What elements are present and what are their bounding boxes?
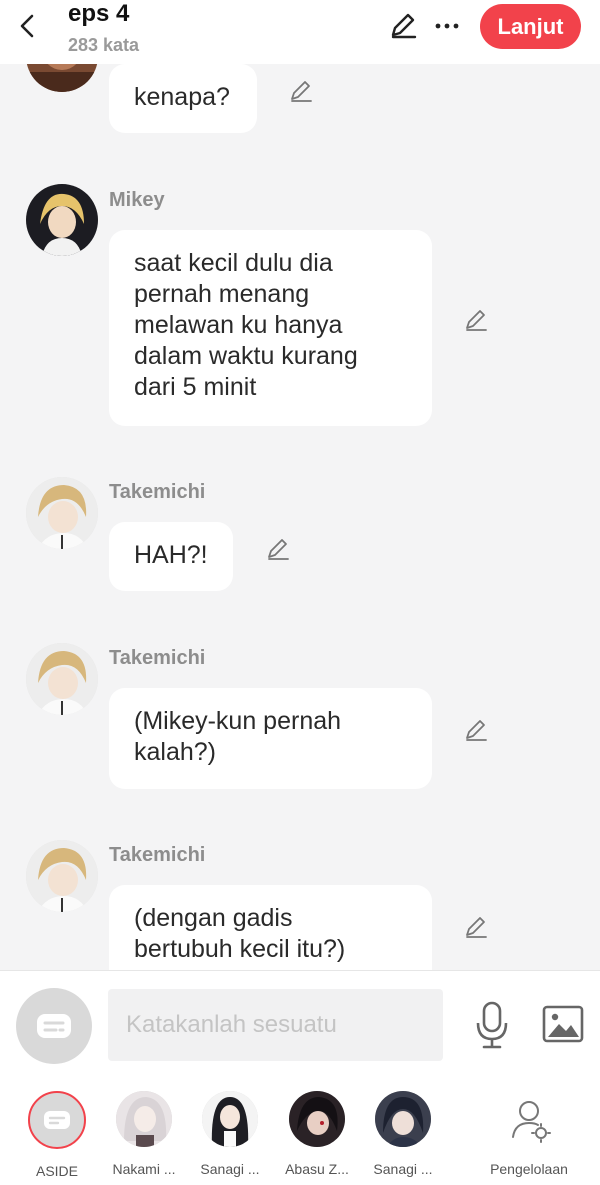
edit-message-icon[interactable] bbox=[463, 717, 489, 743]
character-item[interactable]: Sanagi ... bbox=[363, 1091, 443, 1177]
image-button[interactable] bbox=[542, 1005, 584, 1043]
edit-message-icon[interactable] bbox=[463, 307, 489, 333]
character-label: Nakami ... bbox=[112, 1161, 176, 1177]
word-count: 283 kata bbox=[68, 35, 140, 55]
back-button[interactable] bbox=[14, 10, 42, 40]
aside-toggle-button[interactable] bbox=[16, 988, 92, 1064]
edit-message-icon[interactable] bbox=[288, 78, 314, 104]
avatar bbox=[375, 1091, 431, 1147]
message-input[interactable] bbox=[108, 989, 443, 1061]
character-label: Sanagi ... bbox=[373, 1161, 433, 1177]
avatar-takemichi[interactable] bbox=[26, 840, 98, 912]
character-bar: ASIDE Nakami ... Sanagi ... Abasu Z... S… bbox=[0, 1079, 600, 1185]
avatar-takemichi[interactable] bbox=[26, 643, 98, 715]
speaker-name: Takemichi bbox=[109, 647, 206, 669]
speaker-name: Takemichi bbox=[109, 481, 206, 503]
message-bubble[interactable]: HAH?! bbox=[109, 522, 233, 591]
character-item[interactable]: Sanagi ... bbox=[190, 1091, 270, 1177]
speaker-name: Takemichi bbox=[109, 844, 206, 866]
aside-avatar bbox=[28, 1091, 86, 1149]
top-bar: eps 4 283 kata Lanjut bbox=[0, 0, 600, 64]
chat-bubble-icon bbox=[37, 1014, 71, 1038]
message-bubble[interactable]: saat kecil dulu dia pernah menang melawa… bbox=[109, 230, 432, 426]
character-label: ASIDE bbox=[35, 1163, 78, 1179]
chat-bubble-icon bbox=[44, 1111, 70, 1129]
avatar[interactable] bbox=[26, 64, 98, 92]
character-item-aside[interactable]: ASIDE bbox=[17, 1091, 97, 1179]
character-label: Abasu Z... bbox=[285, 1161, 349, 1177]
more-options-button[interactable] bbox=[434, 10, 460, 40]
message-input-bar bbox=[0, 970, 600, 1080]
more-dots-icon bbox=[435, 23, 459, 29]
pencil-icon bbox=[391, 13, 417, 39]
character-item[interactable]: Nakami ... bbox=[104, 1091, 184, 1177]
avatar-takemichi[interactable] bbox=[26, 477, 98, 549]
back-arrow-icon bbox=[20, 14, 34, 38]
message-bubble[interactable]: kenapa? bbox=[109, 64, 257, 133]
message-bubble[interactable]: (Mikey-kun pernah kalah?) bbox=[109, 688, 432, 789]
edit-title-button[interactable] bbox=[388, 10, 418, 40]
avatar-mikey[interactable] bbox=[26, 184, 98, 256]
avatar bbox=[202, 1091, 258, 1147]
chat-area[interactable]: kenapa? Mikey saat kecil dulu dia pernah… bbox=[0, 64, 600, 970]
page-title: eps 4 bbox=[68, 0, 130, 27]
speaker-name: Mikey bbox=[109, 189, 165, 211]
character-label: Sanagi ... bbox=[200, 1161, 260, 1177]
microphone-icon bbox=[476, 1001, 508, 1049]
manage-characters-button[interactable]: Pengelolaan bbox=[484, 1091, 574, 1177]
edit-message-icon[interactable] bbox=[463, 914, 489, 940]
avatar bbox=[116, 1091, 172, 1147]
voice-button[interactable] bbox=[474, 1001, 510, 1049]
user-gear-icon bbox=[501, 1091, 557, 1147]
next-button[interactable]: Lanjut bbox=[480, 4, 581, 49]
edit-message-icon[interactable] bbox=[265, 536, 291, 562]
character-item[interactable]: Abasu Z... bbox=[277, 1091, 357, 1177]
message-bubble[interactable]: (dengan gadis bertubuh kecil itu?) bbox=[109, 885, 432, 970]
image-icon bbox=[542, 1005, 584, 1043]
avatar bbox=[289, 1091, 345, 1147]
manage-label: Pengelolaan bbox=[490, 1161, 568, 1177]
